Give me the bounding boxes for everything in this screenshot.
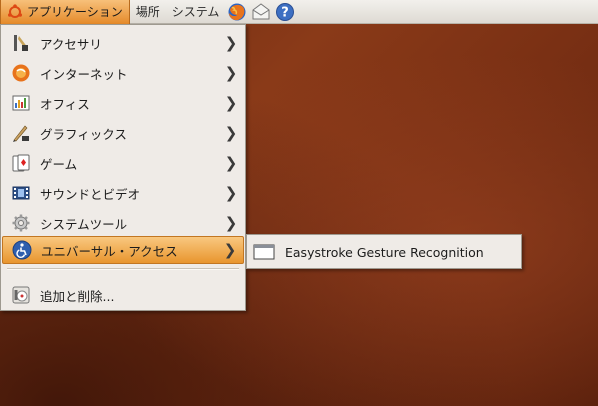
chevron-right-icon: ❯ — [224, 154, 238, 172]
menu-item-add-remove[interactable]: 追加と削除... — [2, 281, 244, 309]
svg-text:?: ? — [282, 5, 290, 20]
menu-item-label: システムツール — [40, 216, 128, 232]
office-icon — [10, 92, 32, 114]
system-tools-icon — [10, 212, 32, 234]
games-icon — [10, 152, 32, 174]
menu-item-label: アクセサリ — [40, 36, 102, 52]
menu-item-accessories[interactable]: アクセサリ ❯ — [2, 29, 244, 57]
graphics-icon — [10, 122, 32, 144]
help-icon: ? — [276, 2, 295, 21]
menu-item-universal-access[interactable]: ユニバーサル・アクセス ❯ — [2, 236, 244, 264]
firefox-icon — [228, 3, 246, 20]
system-menu-button[interactable]: システム — [166, 0, 226, 24]
mail-launcher[interactable] — [251, 2, 271, 22]
top-panel: アプリケーション 場所 システム ? — [0, 0, 598, 24]
menu-item-office[interactable]: オフィス ❯ — [2, 89, 244, 117]
chevron-right-icon: ❯ — [224, 94, 238, 112]
menu-item-graphics[interactable]: グラフィックス ❯ — [2, 119, 244, 147]
menu-item-label: ゲーム — [40, 156, 78, 172]
universal-access-submenu: Easystroke Gesture Recognition — [246, 234, 522, 269]
chevron-right-icon: ❯ — [224, 34, 238, 52]
places-menu-label: 場所 — [135, 5, 160, 19]
submenu-item-easystroke[interactable]: Easystroke Gesture Recognition — [253, 240, 484, 264]
internet-icon — [10, 62, 32, 84]
menu-item-system-tools[interactable]: システムツール ❯ — [2, 209, 244, 237]
add-remove-icon — [10, 284, 32, 306]
menu-separator — [7, 268, 239, 270]
chevron-right-icon: ❯ — [224, 184, 238, 202]
submenu-item-label: Easystroke Gesture Recognition — [285, 244, 484, 260]
menu-item-label: 追加と削除... — [40, 288, 115, 304]
menu-item-label: インターネット — [40, 66, 128, 82]
ubuntu-logo-icon — [8, 3, 22, 18]
system-menu-label: システム — [171, 5, 220, 19]
chevron-right-icon: ❯ — [224, 124, 238, 142]
chevron-right-icon: ❯ — [223, 241, 237, 259]
places-menu-button[interactable]: 場所 — [130, 0, 166, 24]
menu-item-label: オフィス — [40, 96, 90, 112]
applications-menu: アクセサリ ❯ インターネット ❯ オフィス ❯ グラフィックス ❯ ゲーム ❯… — [0, 24, 246, 311]
applications-menu-label: アプリケーション — [27, 5, 123, 19]
menu-item-label: グラフィックス — [40, 126, 127, 142]
menu-item-internet[interactable]: インターネット ❯ — [2, 59, 244, 87]
menu-item-games[interactable]: ゲーム ❯ — [2, 149, 244, 177]
menu-item-label: ユニバーサル・アクセス — [41, 243, 178, 259]
universal-access-icon — [11, 239, 33, 261]
menu-item-label: サウンドとビデオ — [40, 186, 141, 202]
applications-menu-button[interactable]: アプリケーション — [0, 0, 130, 24]
chevron-right-icon: ❯ — [224, 214, 238, 232]
menu-item-sound-video[interactable]: サウンドとビデオ ❯ — [2, 179, 244, 207]
firefox-launcher[interactable] — [227, 2, 247, 22]
sound-video-icon — [10, 182, 32, 204]
help-launcher[interactable]: ? — [275, 2, 295, 22]
chevron-right-icon: ❯ — [224, 64, 238, 82]
accessories-icon — [10, 32, 32, 54]
mail-icon — [252, 2, 270, 19]
window-icon — [253, 243, 275, 261]
